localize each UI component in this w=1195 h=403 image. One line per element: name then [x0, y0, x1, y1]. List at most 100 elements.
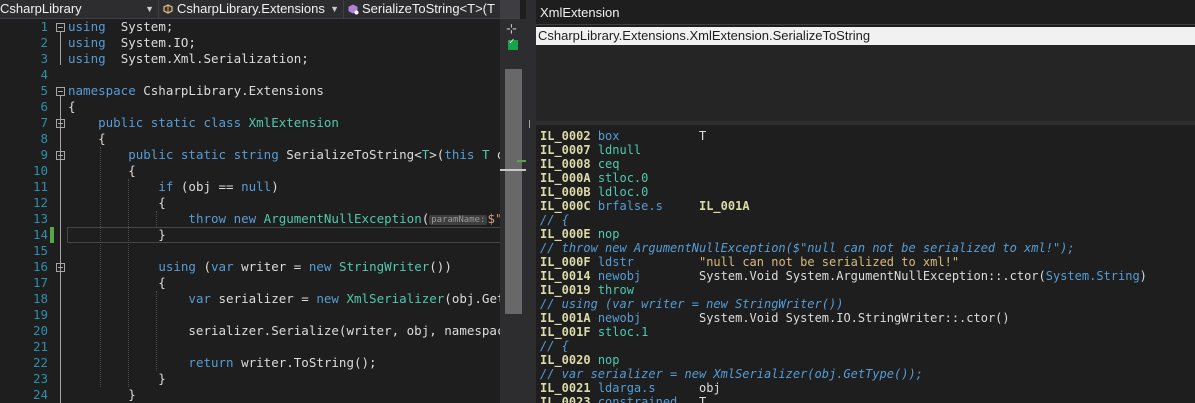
code-line: { — [68, 195, 166, 211]
il-comment-text: // using (var writer = new StringWriter(… — [540, 297, 844, 311]
line-number: 15 — [32, 243, 48, 258]
code-token: if — [158, 179, 174, 194]
type-dropdown-label: CsharpLibrary.Extensions — [177, 1, 325, 16]
splitter-grip-icon — [529, 120, 530, 128]
il-space — [591, 381, 598, 395]
il-space — [591, 283, 598, 297]
method-icon — [348, 4, 359, 15]
code-token: System.Xml.Serialization; — [105, 51, 309, 66]
code-line: serializer.Serialize(writer, obj, namesp… — [68, 323, 500, 339]
il-opcode: ldarga.s — [597, 381, 656, 395]
il-opcode: nop — [597, 227, 620, 241]
code-line: throw new ArgumentNullException(paramNam… — [68, 211, 500, 227]
code-token: ( — [195, 259, 212, 274]
line-number: 12 — [32, 195, 48, 210]
panel-splitter[interactable] — [526, 0, 536, 403]
il-instruction: IL_0021 ldarga.s obj — [540, 381, 721, 395]
collapse-icon[interactable] — [56, 23, 65, 32]
code-line: using (var writer = new StringWriter()) — [68, 259, 452, 275]
navigation-bar: CsharpLibrary ▼ CsharpLibrary.Extensions… — [0, 0, 520, 19]
scrollbar-caret-marker — [500, 169, 526, 171]
nav-separator — [158, 0, 159, 18]
il-comment-text: // { — [540, 213, 569, 227]
code-token: writer.ToString(); — [233, 355, 377, 370]
il-label: IL_0023 — [540, 395, 591, 403]
code-editor[interactable]: 1 2 3 4 5 6 7 8 9 10 11 12 13 14 15 16 17 18 19 20 21 22 23 24 … — [0, 19, 500, 403]
code-line: } — [68, 371, 166, 387]
code-token: ArgumentNullException — [256, 211, 422, 226]
il-space — [591, 353, 598, 367]
line-number: 14 — [32, 227, 48, 242]
il-instruction: IL_000F ldstr "null can not be serialize… — [540, 255, 959, 269]
code-token: () — [429, 259, 445, 274]
il-space — [620, 129, 699, 143]
il-label: IL_000A — [540, 171, 591, 185]
il-space — [591, 325, 598, 339]
il-label: IL_000C — [540, 199, 591, 213]
il-instruction: IL_000A stloc.0 — [540, 171, 648, 185]
collapse-icon[interactable] — [56, 87, 65, 96]
editor-scrollbar[interactable]: ⊹ — [500, 19, 526, 403]
no-issues-icon[interactable] — [508, 37, 518, 50]
type-dropdown[interactable]: CsharpLibrary.Extensions ▼ — [162, 0, 342, 18]
il-label: IL_0008 — [540, 157, 591, 171]
scrollbar-thumb[interactable] — [505, 69, 522, 314]
search-input[interactable] — [536, 0, 1190, 24]
il-space — [591, 157, 598, 171]
il-label: IL_0019 — [540, 283, 591, 297]
code-token: using — [68, 19, 106, 34]
il-instruction: IL_0008 ceq — [540, 157, 620, 171]
code-token: ) — [444, 259, 452, 274]
code-line: { — [68, 131, 106, 147]
il-opcode: ldstr — [597, 255, 634, 269]
il-comment-text: // throw new ArgumentNullException($"nul… — [540, 241, 1075, 255]
code-token: serializer.Serialize(writer, obj, namesp… — [68, 323, 500, 338]
member-dropdown[interactable]: SerializeToString<T>(T o — [347, 0, 499, 18]
il-comment: // { — [540, 213, 569, 227]
il-label: IL_0007 — [540, 143, 591, 157]
il-opcode: box — [597, 129, 620, 143]
split-window-icon[interactable]: ⊹ — [506, 23, 517, 36]
project-dropdown[interactable]: CsharpLibrary ▼ — [0, 0, 157, 18]
horizontal-splitter[interactable] — [536, 121, 1195, 125]
line-number: 16 — [32, 259, 48, 274]
code-token: StringWriter — [331, 259, 430, 274]
il-label: IL_0021 — [540, 381, 591, 395]
il-opcode: nop — [597, 353, 620, 367]
scrollbar-change-marker — [517, 160, 526, 162]
code-token: var — [211, 259, 234, 274]
code-token: { — [68, 131, 106, 146]
il-space — [656, 381, 699, 395]
line-number: 6 — [40, 99, 48, 114]
code-token: { — [68, 275, 166, 290]
il-instruction: IL_0007 ldnull — [540, 143, 641, 157]
fold-line — [60, 96, 61, 403]
code-token: SerializeToString< — [278, 147, 422, 162]
il-instruction: IL_001A newobj System.Void System.IO.Str… — [540, 311, 1010, 325]
code-token: (obj == — [173, 179, 242, 194]
il-opcode: constrained. — [597, 395, 685, 403]
class-icon — [163, 4, 173, 14]
line-number: 22 — [32, 355, 48, 370]
il-operand: T — [698, 395, 707, 403]
il-space — [591, 143, 598, 157]
code-token: XmlSerializer — [338, 291, 445, 306]
il-opcode: stloc.1 — [597, 325, 649, 339]
line-number: 18 — [32, 291, 48, 306]
code-token: paramName: — [429, 215, 488, 225]
il-space — [591, 171, 598, 185]
fold-line — [60, 32, 61, 65]
il-opcode: newobj — [597, 311, 642, 325]
il-operand-type: System.String — [1045, 269, 1140, 283]
il-space — [634, 255, 699, 269]
il-disassembly-view[interactable]: IL_0002 box T IL_0007 ldnull IL_0008 ceq IL… — [536, 126, 1195, 403]
line-number: 8 — [40, 131, 48, 146]
il-operand: "null can not be serialized to xml!" — [698, 255, 960, 269]
line-number: 9 — [40, 147, 48, 162]
line-number: 21 — [32, 339, 48, 354]
search-result-item[interactable]: CsharpLibrary.Extensions.XmlExtension.Se… — [536, 27, 1195, 45]
